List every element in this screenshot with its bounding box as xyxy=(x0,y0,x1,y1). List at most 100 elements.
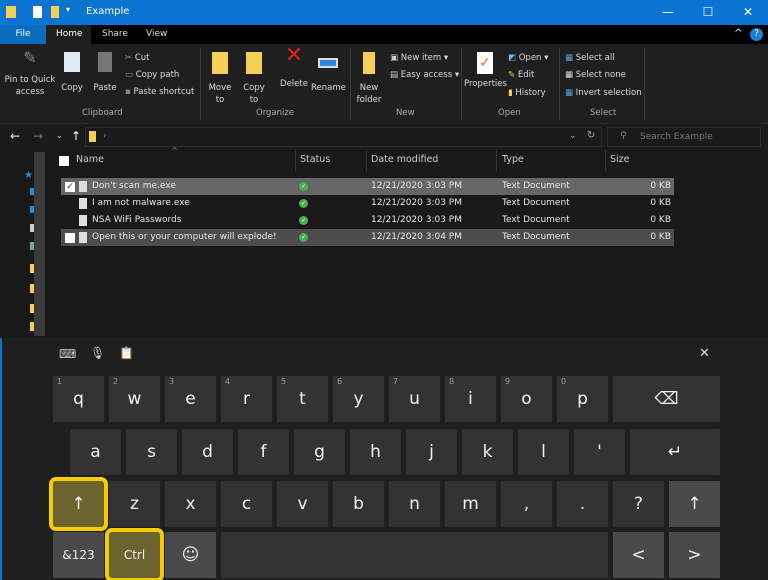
minimize-button[interactable]: — xyxy=(648,0,688,25)
edit-button[interactable]: ✎ Edit xyxy=(508,69,534,81)
key-o[interactable]: 9o xyxy=(501,376,552,422)
key-k[interactable]: k xyxy=(462,429,513,475)
select-none-button[interactable]: ▦ Select none xyxy=(565,69,626,81)
pin-quick-access-button[interactable]: ✎ Pin to Quick access xyxy=(4,50,56,98)
easy-access-button[interactable]: ▤ Easy access ▾ xyxy=(390,69,459,81)
key-g[interactable]: g xyxy=(294,429,345,475)
key-shift-left[interactable]: ↑ xyxy=(49,477,108,531)
customize-toolbar-icon[interactable]: ▾ xyxy=(66,5,70,14)
history-button[interactable]: ▮ History xyxy=(508,87,546,99)
key-?[interactable]: ? xyxy=(613,481,664,527)
column-header-type[interactable]: Type xyxy=(502,154,524,165)
key-d[interactable]: d xyxy=(182,429,233,475)
row-checkbox[interactable] xyxy=(65,199,75,209)
key-e[interactable]: 3e xyxy=(165,376,216,422)
copy-to-button[interactable]: Copy to xyxy=(240,52,268,106)
file-row[interactable]: ✓ Don't scan me.exe ✓ 12/21/2020 3:03 PM… xyxy=(61,178,674,195)
tab-file[interactable]: File xyxy=(0,25,46,44)
search-box[interactable]: ⚲ Search Example xyxy=(607,127,761,147)
column-header-size[interactable]: Size xyxy=(610,154,630,165)
key-x[interactable]: x xyxy=(165,481,216,527)
column-header-name[interactable]: Name xyxy=(76,154,104,165)
key-m[interactable]: m xyxy=(445,481,496,527)
key-t[interactable]: 5t xyxy=(277,376,328,422)
properties-quick-icon[interactable] xyxy=(33,6,42,18)
forward-arrow-icon[interactable]: → xyxy=(33,129,43,143)
key-y[interactable]: 6y xyxy=(333,376,384,422)
key-enter[interactable]: ↵ xyxy=(630,429,720,475)
key-z[interactable]: z xyxy=(109,481,160,527)
key-i[interactable]: 8i xyxy=(445,376,496,422)
key-j[interactable]: j xyxy=(406,429,457,475)
back-arrow-icon[interactable]: ← xyxy=(10,129,20,143)
key-s[interactable]: s xyxy=(126,429,177,475)
breadcrumb-chevron-icon[interactable]: › xyxy=(103,131,107,141)
key-p[interactable]: 0p xyxy=(557,376,608,422)
key-h[interactable]: h xyxy=(350,429,401,475)
address-field[interactable]: › ⌄ ↻ xyxy=(85,127,602,147)
open-button[interactable]: ◩ Open ▾ xyxy=(508,52,548,64)
maximize-button[interactable]: ☐ xyxy=(688,0,728,25)
key-shift-right[interactable]: ↑ xyxy=(669,481,720,527)
search-input[interactable]: Search Example xyxy=(640,132,713,142)
column-header-date[interactable]: Date modified xyxy=(371,154,438,165)
delete-button[interactable]: ✕ Delete xyxy=(279,45,309,90)
move-to-button[interactable]: Move to xyxy=(206,52,234,106)
key-space[interactable] xyxy=(221,532,608,578)
address-dropdown-icon[interactable]: ⌄ xyxy=(569,131,577,141)
key-.[interactable]: . xyxy=(557,481,608,527)
key-,[interactable]: , xyxy=(501,481,552,527)
clipboard-icon[interactable]: 📋 xyxy=(119,346,134,360)
key-right-arrow[interactable]: > xyxy=(669,532,720,578)
key-n[interactable]: n xyxy=(389,481,440,527)
key-q[interactable]: 1q xyxy=(53,376,104,422)
invert-selection-button[interactable]: ▦ Invert selection xyxy=(565,87,642,99)
file-row[interactable]: NSA WiFi Passwords ✓ 12/21/2020 3:03 PM … xyxy=(61,212,674,229)
copy-path-button[interactable]: ▭ Copy path xyxy=(125,69,179,81)
key-a[interactable]: a xyxy=(70,429,121,475)
cut-button[interactable]: ✂ Cut xyxy=(125,52,149,64)
key-emoji[interactable]: ☺ xyxy=(165,532,216,578)
row-checkbox[interactable] xyxy=(65,216,75,226)
key-symbols[interactable]: &123 xyxy=(53,532,104,578)
key-u[interactable]: 7u xyxy=(389,376,440,422)
tab-home[interactable]: Home xyxy=(46,25,91,44)
key-backspace[interactable]: ⌫ xyxy=(613,376,720,422)
row-checkbox[interactable] xyxy=(65,233,75,243)
refresh-icon[interactable]: ↻ xyxy=(587,130,595,141)
key-ctrl[interactable]: Ctrl xyxy=(105,528,164,580)
keyboard-settings-icon[interactable]: ⌨ xyxy=(59,347,76,361)
key-w[interactable]: 2w xyxy=(109,376,160,422)
key-r[interactable]: 4r xyxy=(221,376,272,422)
copy-button[interactable]: Copy xyxy=(58,52,86,94)
file-row[interactable]: I am not malware.exe ✓ 12/21/2020 3:03 P… xyxy=(61,195,674,212)
tab-share[interactable]: Share xyxy=(92,25,138,44)
new-folder-button[interactable]: New folder xyxy=(355,52,383,106)
column-header-status[interactable]: Status xyxy=(300,154,330,165)
file-row[interactable]: Open this or your computer will explode!… xyxy=(61,229,674,246)
paste-button[interactable]: Paste xyxy=(90,52,120,94)
recent-locations-chevron-icon[interactable]: ⌄ xyxy=(56,131,63,140)
microphone-icon[interactable]: 🎙 xyxy=(90,346,105,360)
quick-access-star-icon[interactable]: ★ xyxy=(24,170,33,181)
new-item-button[interactable]: ▣ New item ▾ xyxy=(390,52,448,64)
key-v[interactable]: v xyxy=(277,481,328,527)
key-'[interactable]: ' xyxy=(574,429,625,475)
select-all-button[interactable]: ▦ Select all xyxy=(565,52,615,64)
tab-view[interactable]: View xyxy=(136,25,177,44)
paste-shortcut-button[interactable]: ▪ Paste shortcut xyxy=(125,86,194,98)
row-checkbox[interactable]: ✓ xyxy=(65,182,75,192)
help-icon[interactable]: ? xyxy=(750,28,763,41)
collapse-ribbon-icon[interactable]: ^ xyxy=(734,28,742,39)
properties-button[interactable]: ✓ Properties xyxy=(464,52,507,90)
key-l[interactable]: l xyxy=(518,429,569,475)
keyboard-close-button[interactable]: ✕ xyxy=(699,346,710,361)
rename-button[interactable]: Rename xyxy=(311,52,346,94)
close-button[interactable]: ✕ xyxy=(728,0,768,25)
key-f[interactable]: f xyxy=(238,429,289,475)
key-c[interactable]: c xyxy=(221,481,272,527)
key-b[interactable]: b xyxy=(333,481,384,527)
key-left-arrow[interactable]: < xyxy=(613,532,664,578)
new-folder-quick-icon[interactable] xyxy=(51,6,59,18)
select-all-checkbox[interactable] xyxy=(59,156,69,166)
